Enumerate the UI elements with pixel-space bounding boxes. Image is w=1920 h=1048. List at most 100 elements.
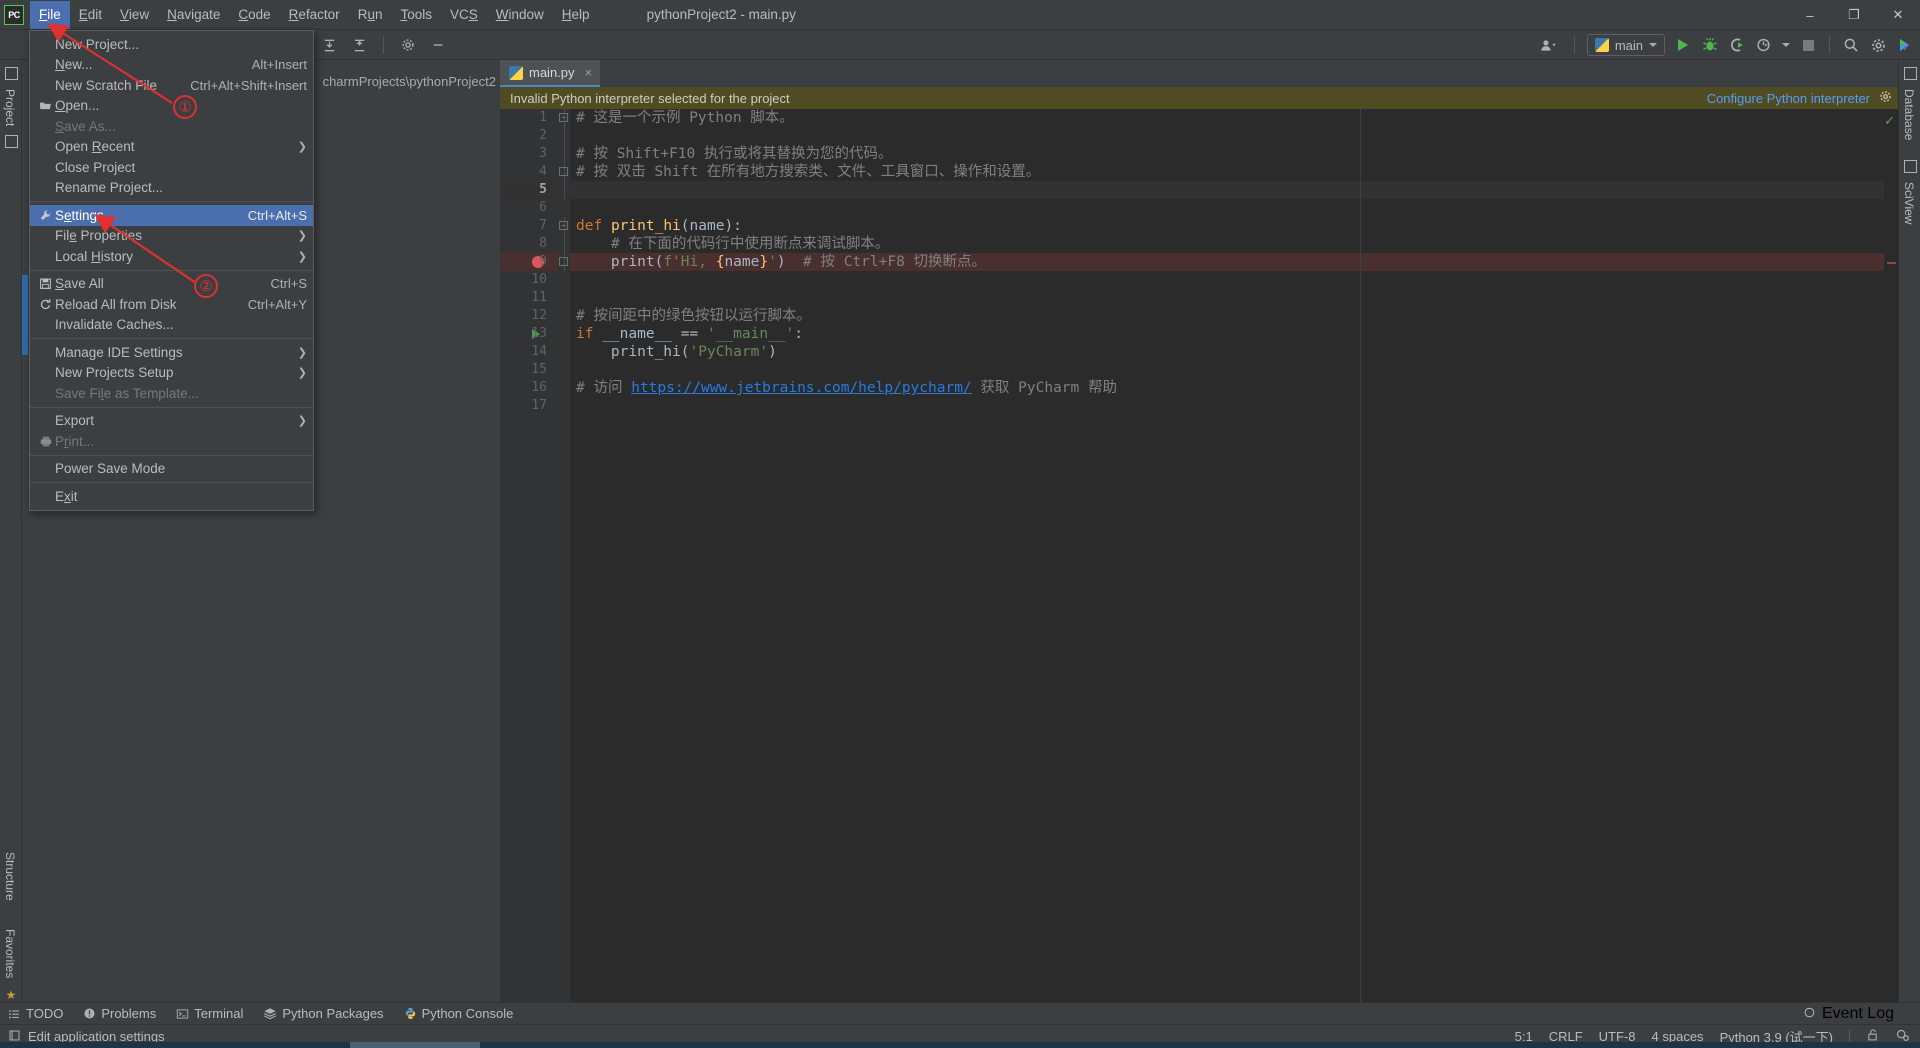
menu-navigate[interactable]: Navigate — [158, 1, 229, 29]
menu-item-power-save-mode[interactable]: Power Save Mode — [30, 459, 313, 480]
menu-edit[interactable]: Edit — [70, 1, 111, 29]
menu-item-shortcut: Ctrl+Alt+Shift+Insert — [190, 77, 307, 93]
inspection-ok-icon[interactable]: ✓ — [1884, 113, 1895, 129]
hide-panel-icon[interactable] — [429, 36, 447, 54]
menu-item-file-properties[interactable]: File Properties ❯ — [30, 226, 313, 247]
updates-icon[interactable] — [1896, 36, 1914, 54]
database-panel-icon[interactable] — [1903, 67, 1917, 80]
editor-scrollbar[interactable]: ✓ — [1884, 109, 1898, 1008]
sidebar-item-sciview[interactable]: SciView — [1899, 176, 1919, 230]
menu-item-local-history[interactable]: Local History ❯ — [30, 246, 313, 267]
profile-icon[interactable] — [1755, 36, 1773, 54]
configure-interpreter-link[interactable]: Configure Python interpreter — [1707, 91, 1870, 106]
search-icon[interactable] — [1842, 36, 1860, 54]
pycharm-window: PC File Edit View Navigate Code Refactor Run To… — [0, 0, 1920, 1048]
maximize-button[interactable]: ❐ — [1832, 0, 1876, 30]
menu-separator — [30, 338, 313, 339]
tab-main-py[interactable]: main.py × — [500, 60, 601, 87]
save-icon — [36, 277, 55, 290]
fold-collapse-icon[interactable]: − — [559, 221, 568, 230]
menu-item-open-recent[interactable]: Open Recent ❯ — [30, 137, 313, 158]
run-configuration-label: main — [1614, 37, 1643, 53]
bottom-tab-problems[interactable]: Problems — [83, 1006, 156, 1021]
sidebar-item-favorites[interactable]: Favorites — [0, 923, 20, 984]
sidebar-item-database[interactable]: Database — [1899, 83, 1919, 146]
fold-end-icon[interactable] — [559, 257, 568, 266]
right-tool-strip: Database SciView — [1898, 60, 1920, 1008]
run-configuration-selector[interactable]: main — [1586, 34, 1665, 56]
fold-collapse-icon[interactable]: − — [559, 113, 568, 122]
menu-code[interactable]: Code — [229, 1, 279, 29]
menu-run[interactable]: Run — [349, 1, 392, 29]
expand-all-icon[interactable] — [350, 36, 368, 54]
code-folding-gutter[interactable]: − − — [558, 109, 570, 1008]
menu-item-manage-ide-settings[interactable]: Manage IDE Settings ❯ — [30, 342, 313, 363]
close-icon[interactable]: × — [585, 65, 593, 80]
bottom-tab-python-console[interactable]: Python Console — [404, 1006, 513, 1021]
menu-item-reload-all-from-disk[interactable]: Reload All from Disk Ctrl+Alt+Y — [30, 294, 313, 315]
menu-help[interactable]: Help — [553, 1, 599, 29]
menu-item-open[interactable]: Open... — [30, 96, 313, 117]
bottom-tab-terminal[interactable]: Terminal — [176, 1006, 243, 1021]
settings-gear-icon[interactable] — [1869, 36, 1887, 54]
menu-item-label: Open Recent — [55, 139, 135, 155]
left-strip-bottom: Structure Favorites ★ — [0, 846, 22, 1002]
line-number: 9 — [539, 254, 547, 269]
sciview-panel-icon[interactable] — [1903, 160, 1917, 174]
editor-tab-bar: main.py × — [500, 60, 1898, 87]
code-text-area[interactable]: # 这是一个示例 Python 脚本。 # 按 Shift+F10 执行或将其替… — [570, 109, 1898, 1008]
gear-icon[interactable] — [399, 36, 417, 54]
run-icon[interactable] — [1674, 36, 1692, 54]
collapse-all-icon[interactable] — [320, 36, 338, 54]
menu-item-export[interactable]: Export ❯ — [30, 411, 313, 432]
minimize-button[interactable]: – — [1788, 0, 1832, 30]
fold-end-icon[interactable] — [559, 167, 568, 176]
menu-separator — [30, 201, 313, 202]
menu-item-settings[interactable]: Settings... Ctrl+Alt+S — [30, 205, 313, 226]
bottom-tab-todo[interactable]: TODO — [8, 1006, 63, 1021]
menu-tools[interactable]: Tools — [391, 1, 441, 29]
error-marker[interactable] — [1887, 262, 1896, 264]
structure-secondary-icon[interactable] — [4, 135, 18, 149]
run-coverage-icon[interactable] — [1728, 36, 1746, 54]
bottom-tab-python-packages[interactable]: Python Packages — [263, 1006, 384, 1021]
project-selection-marker — [22, 275, 28, 355]
sidebar-item-project[interactable]: Project — [0, 83, 20, 132]
event-log-button[interactable]: Event Log — [1803, 1005, 1894, 1023]
line-number: 1 — [539, 110, 547, 125]
menu-file[interactable]: File — [30, 0, 70, 29]
code-line: # 在下面的代码行中使用断点来调试脚本。 — [610, 236, 890, 252]
menu-item-new-scratch-file[interactable]: New Scratch File Ctrl+Alt+Shift+Insert — [30, 75, 313, 96]
line-number: 15 — [531, 362, 547, 377]
sidebar-item-structure[interactable]: Structure — [0, 846, 20, 907]
menu-item-rename-project[interactable]: Rename Project... — [30, 178, 313, 199]
menu-refactor[interactable]: Refactor — [280, 1, 349, 29]
menu-item-invalidate-caches[interactable]: Invalidate Caches... — [30, 315, 313, 336]
fold-guide-line — [564, 109, 565, 199]
os-taskbar-active-item[interactable] — [350, 1042, 480, 1048]
menu-item-new-project[interactable]: New Project... — [30, 34, 313, 55]
notification-gear-icon[interactable] — [1879, 90, 1892, 106]
menu-item-new-projects-setup[interactable]: New Projects Setup ❯ — [30, 363, 313, 384]
line-number: 13 — [531, 326, 547, 341]
menu-separator — [30, 454, 313, 456]
menu-item-new[interactable]: New... Alt+Insert — [30, 55, 313, 76]
menu-item-exit[interactable]: Exit — [30, 486, 313, 507]
file-menu-dropdown[interactable]: New Project... New... Alt+Insert New Scratc… — [29, 30, 314, 511]
debug-icon[interactable] — [1701, 36, 1719, 54]
user-icon[interactable] — [1536, 36, 1562, 54]
close-button[interactable]: ✕ — [1876, 0, 1920, 30]
menu-item-close-project[interactable]: Close Project — [30, 157, 313, 178]
profile-chevron-icon[interactable] — [1782, 43, 1790, 47]
menu-item-save-all[interactable]: Save All Ctrl+S — [30, 274, 313, 295]
line-number-gutter[interactable]: 1 2 3 4 5 6 7 8 9 10 11 12 13 14 15 16 17 — [500, 109, 558, 1008]
menu-window[interactable]: Window — [487, 1, 553, 29]
code-editor[interactable]: 1 2 3 4 5 6 7 8 9 10 11 12 13 14 15 16 17 − − # 这是一个示例 Py… — [500, 109, 1898, 1008]
project-panel-icon[interactable] — [4, 67, 18, 80]
menu-view[interactable]: View — [111, 1, 158, 29]
menu-item-label: Power Save Mode — [55, 461, 166, 477]
menu-separator — [30, 482, 313, 483]
menu-vcs[interactable]: VCS — [441, 1, 487, 29]
